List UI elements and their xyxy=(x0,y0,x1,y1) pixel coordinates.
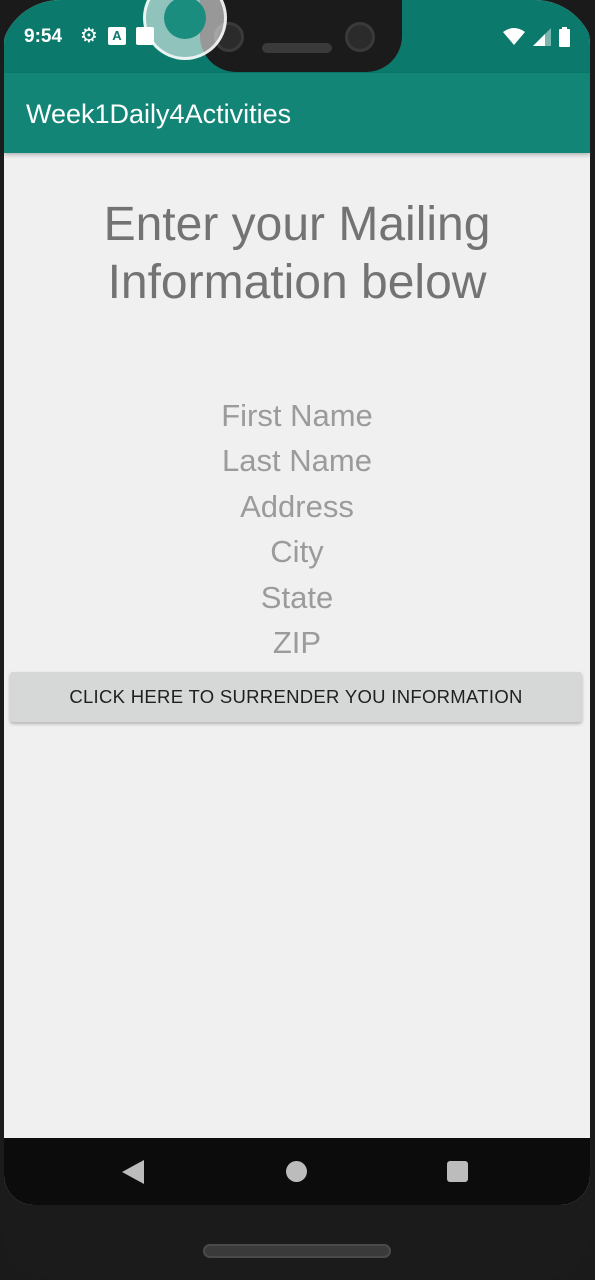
first-name-field[interactable] xyxy=(167,393,427,439)
earpiece-speaker xyxy=(262,43,332,53)
a-notification-icon: A xyxy=(108,27,126,45)
state-field[interactable] xyxy=(167,575,427,621)
last-name-field[interactable] xyxy=(167,438,427,484)
status-icons-right xyxy=(503,27,570,47)
phone-frame: 9:54 ⚙ A Week1Daily4Activities Enter you… xyxy=(0,0,595,1280)
camera-notch xyxy=(200,0,402,72)
heading-line-2: Information below xyxy=(107,256,487,309)
gear-icon: ⚙ xyxy=(80,25,98,47)
recents-icon[interactable] xyxy=(447,1161,468,1182)
status-time: 9:54 xyxy=(24,26,63,47)
home-icon[interactable] xyxy=(286,1161,307,1182)
zip-field[interactable] xyxy=(167,620,427,666)
app-bar: Week1Daily4Activities xyxy=(4,73,590,153)
navigation-bar xyxy=(4,1138,590,1205)
signal-icon xyxy=(533,28,551,46)
mailing-form xyxy=(4,393,590,666)
heading-line-1: Enter your Mailing xyxy=(103,198,491,251)
wifi-icon xyxy=(503,28,525,45)
city-field[interactable] xyxy=(167,529,427,575)
app-screen: 9:54 ⚙ A Week1Daily4Activities Enter you… xyxy=(4,0,590,1205)
bottom-speaker xyxy=(203,1244,391,1258)
page-heading: Enter your Mailing Information below xyxy=(4,196,590,312)
status-icons-left: ⚙ A xyxy=(80,25,154,47)
front-camera-icon xyxy=(345,22,375,52)
address-field[interactable] xyxy=(167,484,427,530)
app-title: Week1Daily4Activities xyxy=(26,99,292,129)
back-icon[interactable] xyxy=(122,1160,144,1184)
battery-icon xyxy=(559,27,570,47)
submit-button[interactable]: CLICK HERE TO SURRENDER YOU INFORMATION xyxy=(10,672,582,722)
